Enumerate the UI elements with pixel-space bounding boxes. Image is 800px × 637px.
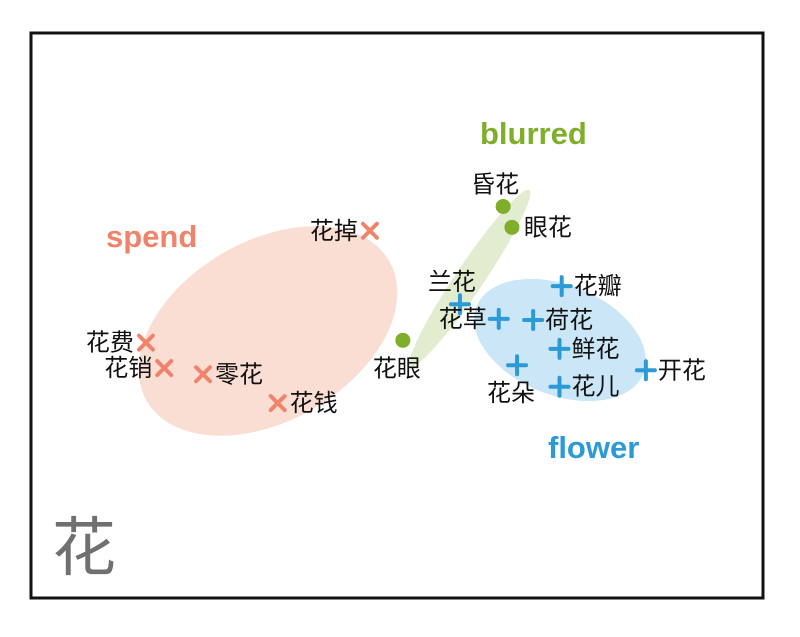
flower-point-label: 花儿	[572, 373, 620, 401]
flower-point-label: 花瓣	[574, 272, 622, 300]
plot-frame	[29, 31, 765, 600]
spend-point-label: 零花	[215, 360, 263, 388]
flower-point-label: 花草	[439, 305, 487, 333]
flower-point-label: 开花	[658, 356, 706, 384]
blurred-point-label: 花眼	[373, 354, 421, 382]
corner-character: 花	[52, 512, 116, 586]
cluster-label-flower: flower	[548, 430, 639, 465]
spend-point-label: 花掉	[310, 217, 358, 245]
flower-point-label: 鲜花	[572, 335, 620, 363]
blurred-point-label: 昏花	[471, 170, 519, 198]
blurred-point-marker	[395, 332, 411, 348]
scatter-plot: spend blurred flower 花掉花费花销 零花花钱昏花眼花花眼兰花花…	[29, 31, 765, 600]
spend-point-label: 花销	[104, 354, 152, 382]
blurred-point-marker	[495, 198, 511, 214]
flower-point-label: 兰花	[428, 268, 476, 296]
flower-point-label: 荷花	[545, 306, 593, 334]
blurred-point-label: 眼花	[524, 213, 572, 241]
cluster-label-blurred: blurred	[480, 116, 587, 151]
flower-point-label: 花朵	[487, 379, 535, 407]
spend-point-label: 花钱	[290, 389, 338, 417]
spend-point-label: 花费	[86, 329, 134, 357]
blurred-point-marker	[504, 219, 520, 235]
cluster-label-spend: spend	[106, 219, 197, 254]
